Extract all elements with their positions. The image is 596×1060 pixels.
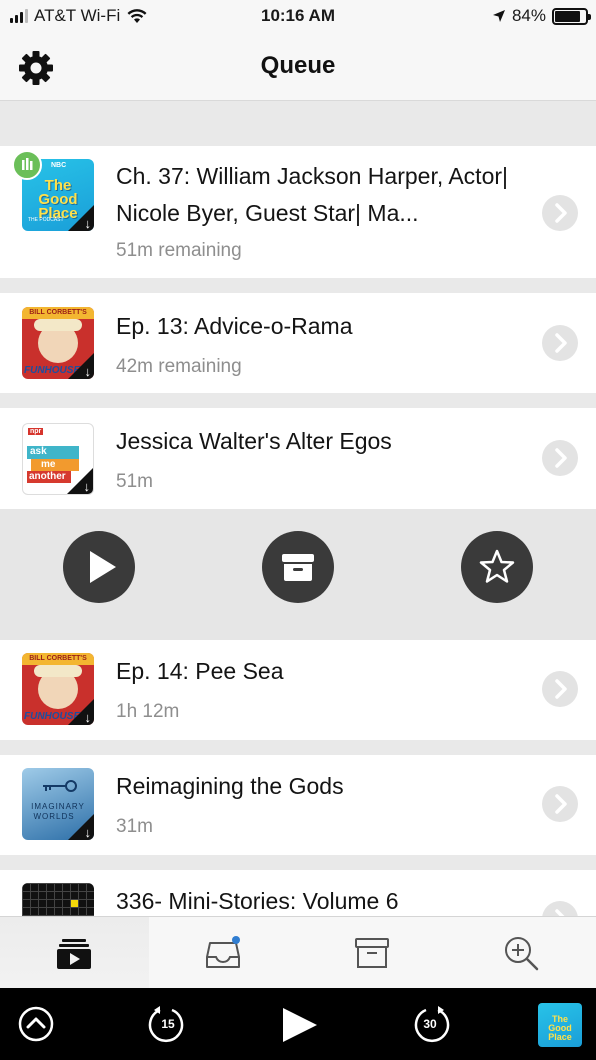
episode-title: 336- Mini-Stories: Volume 6	[116, 888, 399, 914]
art-word: another	[27, 471, 71, 483]
queue-item[interactable]: BILL CORBETT'S FUNHOUSE ↓ Ep. 13: Advice…	[0, 293, 596, 393]
episode-title: Ch. 37: William Jackson Harper, Actor| N…	[116, 163, 508, 226]
expand-player-icon[interactable]	[18, 1006, 54, 1042]
mini-art-label: The Good Place	[548, 1014, 572, 1042]
star-button[interactable]	[461, 531, 533, 603]
episode-duration: 1h 12m	[116, 701, 180, 722]
download-arrow-icon: ↓	[84, 216, 92, 231]
star-icon	[479, 549, 515, 583]
episode-title: Ep. 13: Advice-o-Rama	[116, 313, 353, 339]
art-grid	[22, 883, 94, 916]
status-bar: AT&T Wi-Fi 10:16 AM 84%	[0, 0, 596, 34]
tab-search[interactable]	[447, 917, 596, 989]
art-show-label: IMAGINARY	[31, 802, 85, 811]
episode-duration: 51m	[116, 471, 153, 492]
chevron-right-icon[interactable]	[542, 786, 578, 822]
art-hat	[34, 319, 82, 331]
download-arrow-icon: ↓	[83, 479, 91, 494]
archive-box-icon	[355, 938, 389, 968]
download-arrow-icon: ↓	[84, 710, 92, 725]
queue-item[interactable]: IMAGINARY WORLDS ↓ Reimagining the Gods …	[0, 755, 596, 855]
episode-title: Jessica Walter's Alter Egos	[116, 428, 392, 454]
search-plus-icon	[505, 937, 539, 971]
art-show-label: BILL CORBETT'S	[22, 307, 94, 319]
queue-icon	[57, 939, 91, 969]
chevron-right-icon[interactable]	[542, 671, 578, 707]
row-divider	[0, 740, 596, 755]
podcast-artwork: BILL CORBETT'S FUNHOUSE ↓	[22, 307, 94, 379]
page-title: Queue	[260, 52, 336, 79]
location-arrow-icon	[492, 10, 505, 22]
art-network-label: NBC	[51, 162, 67, 169]
play-button[interactable]	[63, 531, 135, 603]
art-network-label: npr	[28, 428, 44, 435]
tab-bar	[0, 916, 596, 989]
mini-player: 15 30 The Good Place	[0, 988, 596, 1060]
art-sub-label: THE PODCAST	[28, 217, 64, 223]
key-icon	[43, 780, 77, 792]
podcast-artwork: IMAGINARY WORLDS ↓	[22, 768, 94, 840]
row-divider	[0, 278, 596, 293]
battery-icon	[552, 7, 591, 25]
tab-queue[interactable]	[0, 917, 149, 989]
skip-forward-seconds: 30	[423, 1017, 437, 1031]
skip-back-seconds: 15	[161, 1017, 175, 1031]
play-icon[interactable]	[280, 1006, 320, 1044]
episode-action-tray	[0, 509, 596, 640]
episode-duration: 31m	[116, 816, 153, 837]
podcast-artwork: npr ask me another ↓	[22, 423, 94, 495]
queue-item[interactable]: NBC The Good Place THE PODCAST ↓ Ch. 37:…	[0, 146, 596, 278]
queue-item[interactable]: npr ask me another ↓ Jessica Walter's Al…	[0, 408, 596, 509]
tab-inbox[interactable]	[149, 917, 298, 989]
chevron-right-icon[interactable]	[542, 195, 578, 231]
row-divider	[0, 855, 596, 870]
status-right: 84%	[492, 6, 591, 26]
download-arrow-icon: ↓	[84, 825, 92, 840]
tab-archive[interactable]	[298, 917, 447, 989]
art-hat	[34, 665, 82, 677]
episode-duration: 42m remaining	[116, 356, 242, 377]
skip-forward-button[interactable]: 30	[408, 988, 452, 1060]
battery-level	[555, 10, 581, 22]
queue-item[interactable]: 336- Mini-Stories: Volume 6	[0, 870, 596, 916]
episode-title: Reimagining the Gods	[116, 773, 344, 799]
episode-duration: 51m remaining	[116, 240, 242, 261]
chevron-right-icon[interactable]	[542, 440, 578, 476]
art-show-label: BILL CORBETT'S	[22, 653, 94, 665]
row-divider	[0, 393, 596, 408]
download-arrow-icon: ↓	[84, 364, 92, 379]
podcast-artwork: BILL CORBETT'S FUNHOUSE ↓	[22, 653, 94, 725]
nav-bar: Queue	[0, 34, 596, 101]
skip-back-button[interactable]: 15	[146, 988, 190, 1060]
art-square	[71, 900, 78, 907]
list-top-spacer	[0, 101, 596, 146]
podcast-artwork	[22, 883, 94, 916]
play-icon	[90, 551, 116, 583]
episode-title: Ep. 14: Pee Sea	[116, 658, 284, 684]
battery-percent: 84%	[511, 6, 546, 25]
chevron-right-icon[interactable]	[542, 901, 578, 916]
now-playing-artwork[interactable]: The Good Place	[538, 1003, 582, 1047]
archive-button[interactable]	[262, 531, 334, 603]
queue-item[interactable]: BILL CORBETT'S FUNHOUSE ↓ Ep. 14: Pee Se…	[0, 640, 596, 740]
archive-icon	[282, 554, 314, 581]
art-word: ask	[27, 446, 79, 459]
inbox-icon	[206, 936, 240, 968]
now-playing-icon	[12, 150, 42, 180]
chevron-right-icon[interactable]	[542, 325, 578, 361]
